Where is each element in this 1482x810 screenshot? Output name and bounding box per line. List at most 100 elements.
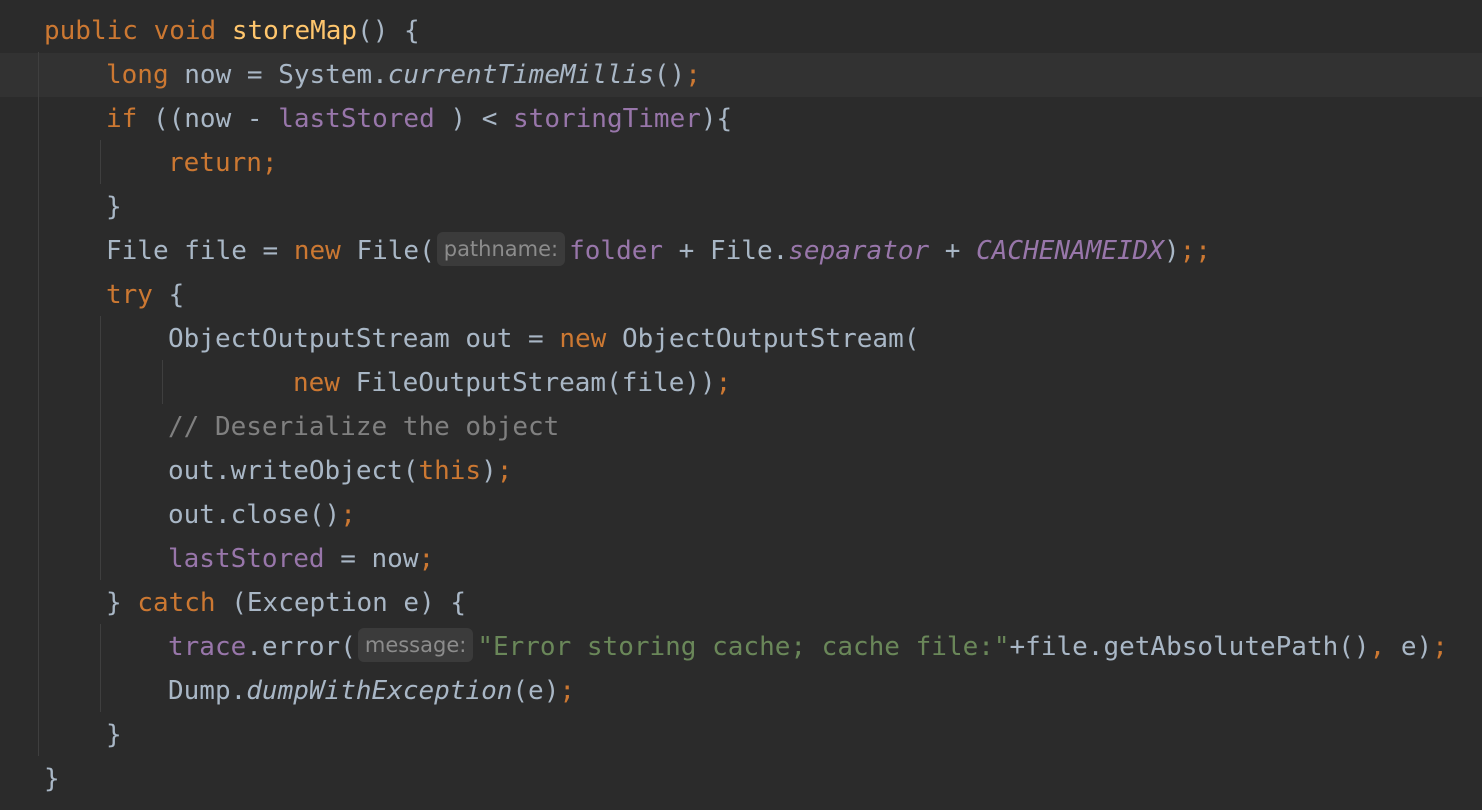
code-token: } xyxy=(106,720,122,750)
code-line[interactable]: } xyxy=(0,713,1482,757)
indent-guide-method xyxy=(38,52,39,756)
code-token: public xyxy=(44,16,138,46)
code-token: ObjectOutputStream out = xyxy=(168,324,560,354)
code-token: () xyxy=(653,60,686,90)
code-token: + File. xyxy=(663,236,789,266)
code-token: long xyxy=(106,60,169,90)
code-token: ; xyxy=(418,544,435,574)
code-text: public void storeMap() { xyxy=(44,9,420,53)
code-token: ){ xyxy=(700,104,733,134)
code-text: } catch (Exception e) { xyxy=(106,581,466,625)
code-token: } xyxy=(106,192,122,222)
code-token: + xyxy=(929,236,977,266)
code-token: ; xyxy=(1432,632,1448,662)
code-token: try xyxy=(106,280,153,310)
code-token: if xyxy=(106,104,138,134)
code-token: new xyxy=(293,368,340,398)
code-token: File( xyxy=(340,236,435,266)
code-line[interactable]: if ((now - lastStored ) < storingTimer){ xyxy=(0,97,1482,141)
code-line[interactable]: } xyxy=(0,757,1482,801)
code-token: this xyxy=(418,456,482,486)
code-text: File file = new File(pathname: folder + F… xyxy=(106,229,1211,273)
code-line[interactable]: public void storeMap() { xyxy=(0,9,1482,53)
code-token: trace xyxy=(168,632,247,662)
code-token: now = System. xyxy=(168,60,388,90)
code-token: } xyxy=(106,588,138,618)
code-line[interactable]: } catch (Exception e) { xyxy=(0,581,1482,625)
code-token: () { xyxy=(357,16,420,46)
code-line[interactable]: ObjectOutputStream out = new ObjectOutpu… xyxy=(0,317,1482,361)
code-line[interactable]: File file = new File(pathname: folder + F… xyxy=(0,229,1482,273)
code-token: void xyxy=(153,16,217,46)
code-text: // Deserialize the object xyxy=(168,405,559,449)
code-text: trace.error(message: "Error storing cache… xyxy=(168,625,1448,669)
code-line[interactable]: trace.error(message: "Error storing cache… xyxy=(0,625,1482,669)
code-token: ; xyxy=(261,148,278,178)
code-token: ObjectOutputStream( xyxy=(606,324,920,354)
inlay-hint-pathname: pathname: xyxy=(436,232,566,266)
code-token: currentTimeMillis xyxy=(387,60,654,90)
code-line[interactable]: long now = System.currentTimeMillis(); xyxy=(0,53,1482,97)
code-text: new FileOutputStream(file)); xyxy=(293,361,731,405)
code-line[interactable]: out.writeObject(this); xyxy=(0,449,1482,493)
code-token: // Deserialize the object xyxy=(168,412,560,442)
code-token: out.close() xyxy=(168,500,341,530)
code-line[interactable]: out.close(); xyxy=(0,493,1482,537)
code-token: File file = xyxy=(106,236,294,266)
code-line[interactable]: Dump.dumpWithException(e); xyxy=(0,669,1482,713)
code-token: storingTimer xyxy=(513,104,701,134)
code-line[interactable]: // Deserialize the object xyxy=(0,405,1482,449)
code-token: FileOutputStream(file)) xyxy=(339,368,716,398)
code-token: ((now - xyxy=(137,104,279,134)
code-token: ; xyxy=(559,676,576,706)
inlay-hint-message: message: xyxy=(357,628,474,662)
code-token: } xyxy=(44,764,60,794)
code-line[interactable]: return; xyxy=(0,141,1482,185)
code-token: Dump. xyxy=(168,676,247,706)
code-token: return xyxy=(168,148,262,178)
code-token: ; xyxy=(496,456,513,486)
code-line[interactable]: lastStored = now; xyxy=(0,537,1482,581)
code-token: { xyxy=(152,280,185,310)
code-token: .error( xyxy=(246,632,356,662)
code-text: } xyxy=(44,757,60,801)
code-token: = now xyxy=(324,544,419,574)
indent-guide-catch xyxy=(100,624,101,712)
code-text: Dump.dumpWithException(e); xyxy=(168,669,575,713)
code-token: "Error storing cache; cache file:" xyxy=(477,632,1010,662)
code-token: separator xyxy=(788,236,930,266)
code-token: lastStored xyxy=(168,544,325,574)
code-text: lastStored = now; xyxy=(168,537,434,581)
code-text: long now = System.currentTimeMillis(); xyxy=(106,53,701,97)
code-token: new xyxy=(293,236,341,266)
code-token: e) xyxy=(1385,632,1433,662)
code-text: out.close(); xyxy=(168,493,356,537)
code-token: folder xyxy=(569,236,664,266)
code-token: catch xyxy=(137,588,216,618)
code-text: try { xyxy=(106,273,184,317)
code-text: return; xyxy=(168,141,278,185)
code-token: ) < xyxy=(434,104,514,134)
code-token: CACHENAMEIDX xyxy=(976,236,1164,266)
code-text: ObjectOutputStream out = new ObjectOutpu… xyxy=(168,317,919,361)
code-line[interactable]: } xyxy=(0,185,1482,229)
code-token: ; xyxy=(715,368,732,398)
indent-guide-if xyxy=(100,140,101,184)
indent-guide-try xyxy=(100,316,101,580)
code-text: } xyxy=(106,185,122,229)
code-token: +file.getAbsolutePath() xyxy=(1009,632,1370,662)
code-text: out.writeObject(this); xyxy=(168,449,512,493)
code-editor[interactable]: }} Dump.dumpWithException(e); trace.error(… xyxy=(0,0,1482,810)
code-line[interactable]: try { xyxy=(0,273,1482,317)
code-line[interactable]: new FileOutputStream(file)); xyxy=(0,361,1482,405)
code-text: if ((now - lastStored ) < storingTimer){ xyxy=(106,97,732,141)
code-token: out.writeObject( xyxy=(168,456,419,486)
code-token: dumpWithException xyxy=(246,676,513,706)
code-token: new xyxy=(559,324,607,354)
code-token: ;; xyxy=(1179,236,1211,266)
code-token: ; xyxy=(340,500,356,530)
code-token: ) xyxy=(481,456,497,486)
code-token: (e) xyxy=(512,676,560,706)
